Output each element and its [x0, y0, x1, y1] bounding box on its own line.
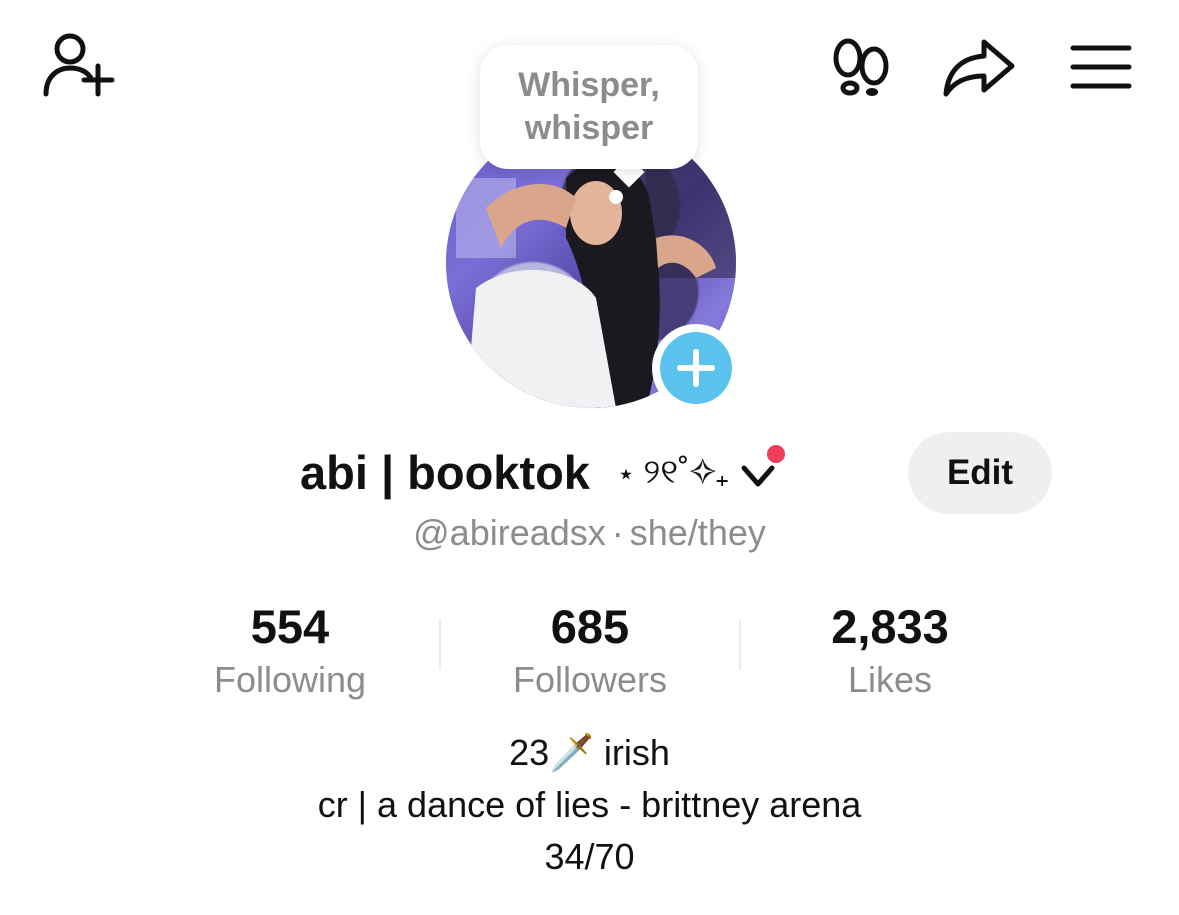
bubble-line-1: Whisper,	[518, 66, 660, 104]
name-decoration: ⋆ ୨୧˚✧₊	[617, 452, 728, 491]
bubble-line-2: whisper	[524, 109, 654, 147]
footprints-icon[interactable]	[830, 36, 892, 98]
account-switch-button[interactable]	[738, 442, 788, 496]
likes-count: 2,833	[831, 600, 949, 653]
pronouns: she/they	[629, 512, 766, 553]
display-name: abi | booktok	[300, 445, 590, 499]
following-label: Following	[213, 659, 367, 700]
notification-dot	[763, 442, 788, 466]
bio-line-1: 23🗡️ irish	[509, 732, 670, 773]
share-arrow-icon[interactable]	[942, 36, 1016, 98]
whisper-bubble[interactable]: Whisper, whisper	[480, 45, 698, 169]
likes-label: Likes	[847, 659, 933, 700]
add-friend-icon[interactable]	[40, 32, 116, 98]
hamburger-menu-icon[interactable]	[1070, 44, 1132, 90]
stat-followers[interactable]: 685 Followers	[440, 598, 740, 704]
handle-separator: ·	[611, 512, 624, 553]
following-count: 554	[250, 600, 330, 653]
edit-profile-button[interactable]: Edit	[908, 432, 1052, 514]
bio-line-2: cr | a dance of lies - brittney arena	[317, 784, 862, 825]
add-story-button[interactable]	[652, 324, 740, 412]
bubble-dot	[609, 190, 623, 204]
username-handle: @abireadsx	[413, 512, 606, 553]
handle-row: @abireadsx · she/they	[0, 512, 1179, 554]
followers-label: Followers	[512, 659, 668, 700]
followers-count: 685	[550, 600, 630, 653]
stat-likes[interactable]: 2,833 Likes	[740, 598, 1040, 704]
stat-following[interactable]: 554 Following	[140, 598, 440, 704]
name-row: abi | booktok ⋆ ୨୧˚✧₊	[300, 440, 788, 504]
plus-icon	[660, 332, 732, 404]
bio-line-3: 34/70	[544, 836, 635, 877]
